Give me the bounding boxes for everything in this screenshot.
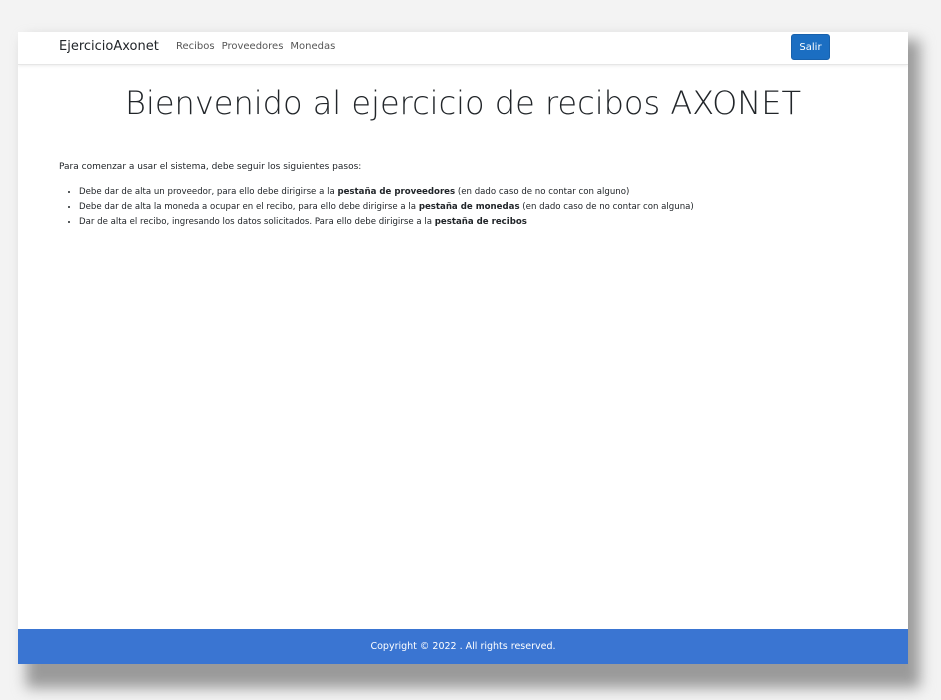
step-highlight: pestaña de proveedores [337, 187, 456, 197]
top-navbar: EjercicioAxonet Recibos Proveedores Mone… [18, 32, 908, 65]
list-item: Debe dar de alta un proveedor, para ello… [79, 185, 694, 200]
list-item: Dar de alta el recibo, ingresando los da… [79, 215, 694, 230]
navbar-brand[interactable]: EjercicioAxonet [59, 39, 159, 54]
step-highlight: pestaña de recibos [434, 217, 527, 227]
nav-link-proveedores[interactable]: Proveedores [222, 41, 284, 52]
copyright-text: Copyright © 2022 . All rights reserved. [370, 641, 556, 652]
step-text: Dar de alta el recibo, ingresando los da… [79, 217, 435, 227]
page-footer: Copyright © 2022 . All rights reserved. [18, 629, 908, 664]
nav-link-monedas[interactable]: Monedas [290, 41, 335, 52]
step-text: Debe dar de alta un proveedor, para ello… [79, 187, 338, 197]
logout-button[interactable]: Salir [791, 34, 830, 60]
step-highlight: pestaña de monedas [418, 202, 520, 212]
nav-link-recibos[interactable]: Recibos [176, 41, 215, 52]
browser-window: EjercicioAxonet Recibos Proveedores Mone… [18, 32, 908, 664]
step-text: (en dado caso de no contar con alguna) [519, 202, 694, 212]
list-item: Debe dar de alta la moneda a ocupar en e… [79, 200, 694, 215]
step-text: (en dado caso de no contar con alguno) [455, 187, 630, 197]
page-title: Bienvenido al ejercicio de recibos AXONE… [125, 84, 801, 122]
step-text: Debe dar de alta la moneda a ocupar en e… [79, 202, 419, 212]
steps-list: Debe dar de alta un proveedor, para ello… [59, 185, 694, 230]
nav-links: Recibos Proveedores Monedas [176, 41, 335, 52]
intro-text: Para comenzar a usar el sistema, debe se… [59, 162, 362, 172]
